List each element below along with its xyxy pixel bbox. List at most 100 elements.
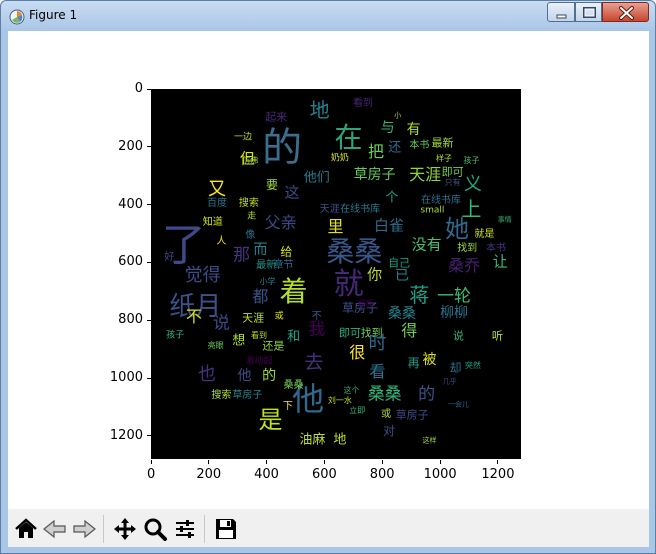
wordcloud-word: 得 <box>401 321 418 341</box>
wordcloud-word: 起来 <box>265 110 288 124</box>
save-button[interactable] <box>212 515 240 543</box>
wordcloud-word: 天涯 <box>242 311 265 325</box>
wordcloud-word: 你 <box>367 265 383 284</box>
wordcloud-word: 找到 <box>457 242 478 254</box>
wordcloud-word: 却 <box>449 360 462 375</box>
wordcloud-word: 就 <box>333 267 364 303</box>
wordcloud-word: 的 <box>262 124 303 171</box>
wordcloud-word: 给 <box>280 244 293 259</box>
wordcloud-word: 人 <box>216 235 227 247</box>
navigation-toolbar <box>8 509 649 547</box>
x-tick-mark <box>323 460 325 464</box>
wordcloud-word: 即可 <box>441 165 464 179</box>
wordcloud-word: 草房子 <box>353 167 396 184</box>
figure-window: Figure 1 的在地与有把还最新 本书但起来 看到 一边 他们 草房子 天涯 即可要这个又… <box>0 0 656 554</box>
wordcloud-word: 搜索 <box>211 390 232 402</box>
minimize-button[interactable] <box>547 2 575 22</box>
wordcloud-word: 白雀 <box>374 216 405 235</box>
y-tick-label: 600 <box>118 254 143 270</box>
y-tick-mark <box>147 88 151 90</box>
wordcloud-word: 她 <box>444 214 469 243</box>
arrow-right-icon <box>73 519 96 539</box>
wordcloud-word: 说 <box>452 329 464 343</box>
wordcloud-word: 义 <box>463 174 482 196</box>
wordcloud-word: 章节 <box>273 260 294 272</box>
wordcloud-word: 里 <box>327 217 344 237</box>
wordcloud-word: 对 <box>383 424 396 439</box>
wordcloud-word: 天涯 <box>319 203 340 215</box>
wordcloud-word: 还 <box>388 140 402 156</box>
zoom-button[interactable] <box>141 515 169 543</box>
wordcloud-word: 小 <box>394 111 402 120</box>
move-icon <box>114 518 136 540</box>
sliders-icon <box>176 520 194 538</box>
wordcloud-word: 亮眼 <box>207 340 224 350</box>
maximize-button[interactable] <box>575 2 602 22</box>
wordcloud-word: 他 <box>237 368 252 385</box>
wordcloud-word: 我 <box>308 319 326 340</box>
wordcloud-image[interactable]: 的在地与有把还最新 本书但起来 看到 一边 他们 草房子 天涯 即可要这个又义上搜索 百度 在线书… <box>151 89 521 459</box>
x-tick-label: 600 <box>311 467 337 482</box>
wordcloud-word: 就是 <box>474 228 495 240</box>
x-tick-mark <box>439 460 441 464</box>
wordcloud-word: 着 <box>279 275 308 309</box>
x-tick-mark <box>497 460 499 464</box>
y-tick-label: 0 <box>134 81 143 96</box>
wordcloud-word: 说 <box>212 313 230 334</box>
wordcloud-word: 百度 <box>207 198 228 210</box>
wordcloud-word: 那 <box>233 245 251 266</box>
wordcloud-word: 桑桑 <box>367 384 402 405</box>
wordcloud-word: 也 <box>197 363 216 385</box>
wordcloud-word: 桑桑 <box>326 234 383 268</box>
wordcloud-word: 把 <box>368 142 385 162</box>
wordcloud-word: 仿佛 <box>242 155 259 165</box>
y-tick-label: 800 <box>118 312 143 328</box>
title-bar[interactable]: Figure 1 <box>1 1 655 31</box>
wordcloud-word: 的 <box>262 368 277 385</box>
wordcloud-word: 桑桑 <box>283 380 304 392</box>
wordcloud-word: 一轮 <box>437 286 472 307</box>
magnifier-icon <box>144 518 167 541</box>
wordcloud-word: 小学 <box>259 277 276 287</box>
forward-button[interactable] <box>70 515 98 543</box>
maximize-icon <box>583 7 596 18</box>
wordcloud-word: 地 <box>333 432 347 448</box>
wordcloud-word: 桑乔 <box>448 256 481 276</box>
wordcloud-word: 没有 <box>411 235 442 254</box>
wordcloud-word: 时 <box>368 333 387 355</box>
y-tick-mark <box>147 319 151 321</box>
wordcloud-word: 最新 <box>357 298 374 308</box>
wordcloud-word: 刘一水 <box>327 395 352 405</box>
wordcloud-word: 的 <box>418 384 436 405</box>
configure-subplots-button[interactable] <box>171 515 199 543</box>
wordcloud-word: 看 <box>369 361 386 381</box>
wordcloud-word: 草房子 <box>395 408 429 422</box>
wordcloud-word: 很 <box>349 343 366 363</box>
y-tick-label: 1200 <box>109 427 143 443</box>
x-tick-mark <box>266 460 268 464</box>
wordcloud-word: 让 <box>492 252 508 271</box>
minimize-icon <box>556 14 567 19</box>
x-tick-label: 0 <box>147 467 156 482</box>
wordcloud-word: 父亲 <box>264 212 297 232</box>
wordcloud-word: 不 <box>311 310 322 322</box>
plot-area: 的在地与有把还最新 本书但起来 看到 一边 他们 草房子 天涯 即可要这个又义上搜索 百度 在线书… <box>8 31 649 509</box>
back-button[interactable] <box>41 515 69 543</box>
wordcloud-word: 最新 <box>431 136 454 150</box>
home-button[interactable] <box>12 515 40 543</box>
wordcloud-word: 是 <box>258 405 283 434</box>
wordcloud-word: 去 <box>304 351 324 374</box>
pan-button[interactable] <box>111 515 139 543</box>
wordcloud-word: 已 <box>395 268 410 285</box>
wordcloud-word: 在 <box>334 120 363 154</box>
x-tick-label: 1000 <box>423 467 457 482</box>
wordcloud-word: 不 <box>185 306 202 326</box>
wordcloud-word: 又 <box>208 178 227 200</box>
wordcloud-word: 油麻 <box>299 432 326 448</box>
wordcloud-word: 桑桑 <box>388 306 417 323</box>
close-button[interactable] <box>602 2 649 22</box>
close-icon <box>619 6 634 20</box>
wordcloud-word: 他们 <box>303 170 330 186</box>
wordcloud-word: 突然 <box>464 361 481 371</box>
wordcloud-word: 事情 <box>497 215 512 224</box>
